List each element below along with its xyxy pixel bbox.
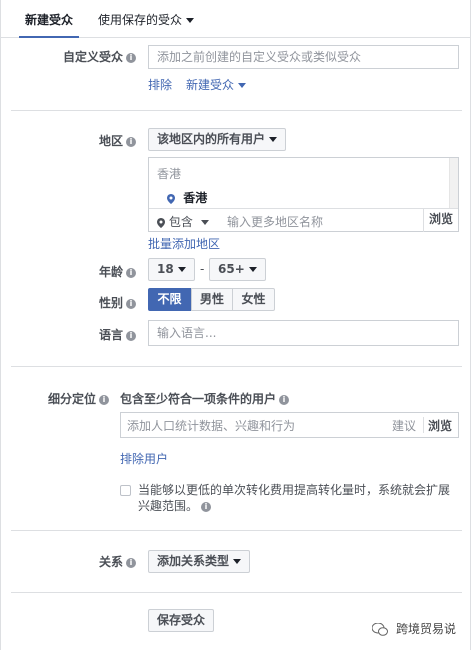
- custom-audience-label-text: 自定义受众: [62, 50, 123, 64]
- location-scope-dropdown[interactable]: 该地区内的所有用户: [148, 128, 287, 151]
- location-scope-label: 该地区内的所有用户: [157, 132, 266, 146]
- include-criteria-label: 包含至少符合一项条件的用户: [120, 392, 277, 406]
- language-label-text: 语言: [98, 328, 123, 342]
- exclude-link[interactable]: 排除: [148, 76, 172, 93]
- age-label-text: 年龄: [98, 265, 123, 279]
- gender-label: 性别 i: [99, 294, 136, 311]
- location-label: 地区 i: [99, 132, 136, 149]
- selected-location[interactable]: 香港: [167, 189, 207, 206]
- location-box: 香港 香港 包含 输入更多地区名称 浏览: [148, 157, 459, 232]
- tab-bar: 新建受众 使用保存的受众: [1, 0, 471, 38]
- save-audience-button[interactable]: 保存受众: [148, 609, 215, 632]
- bulk-add-locations-link[interactable]: 批量添加地区: [148, 235, 220, 252]
- exclude-people-link[interactable]: 排除用户: [120, 450, 168, 467]
- age-min-value: 18: [157, 262, 174, 276]
- include-dropdown[interactable]: 包含: [157, 213, 209, 230]
- info-icon[interactable]: i: [126, 136, 136, 147]
- age-max-dropdown[interactable]: 65+: [209, 258, 266, 281]
- detailed-targeting-label-text: 细分定位: [48, 392, 97, 406]
- gender-option-female[interactable]: 女性: [232, 288, 275, 311]
- age-label: 年龄 i: [99, 263, 136, 280]
- info-icon[interactable]: i: [99, 394, 110, 405]
- audience-panel: 新建受众 使用保存的受众 自定义受众 i 添加之前创建的自定义受众或类似受众 排除…: [0, 0, 471, 650]
- location-search-input[interactable]: 输入更多地区名称: [227, 213, 323, 230]
- section-divider: [11, 530, 462, 531]
- info-icon[interactable]: i: [279, 394, 290, 405]
- add-connection-type-label: 添加关系类型: [157, 554, 230, 568]
- create-new-audience-label: 新建受众: [186, 78, 235, 92]
- language-input[interactable]: 输入语言...: [148, 320, 459, 346]
- button-divider: [423, 417, 424, 433]
- age-min-dropdown[interactable]: 18: [148, 258, 195, 281]
- info-icon[interactable]: i: [201, 501, 212, 512]
- watermark: 跨境贸易说: [371, 620, 456, 637]
- chevron-down-icon: [200, 220, 209, 225]
- location-pin-icon: [167, 193, 175, 204]
- location-list-scrollbar[interactable]: [449, 158, 458, 208]
- chevron-down-icon: [177, 267, 186, 272]
- chevron-down-icon: [238, 83, 247, 88]
- include-criteria-text: 包含至少符合一项条件的用户 i: [120, 390, 290, 407]
- connections-label: 关系 i: [99, 553, 136, 570]
- expand-interests-label: 当能够以更低的单次转化费用提高转化量时，系统就会扩展兴趣范围。: [138, 483, 451, 513]
- section-divider: [11, 110, 462, 111]
- suggestions-button[interactable]: 建议: [392, 417, 416, 434]
- detailed-targeting-input[interactable]: 添加人口统计数据、兴趣和行为: [127, 417, 295, 434]
- section-divider: [11, 592, 462, 593]
- custom-audience-input[interactable]: 添加之前创建的自定义受众或类似受众: [148, 45, 459, 69]
- chevron-down-icon: [186, 18, 195, 23]
- chevron-down-icon: [233, 559, 242, 564]
- location-group-header: 香港: [157, 167, 182, 181]
- location-browse-button[interactable]: 浏览: [423, 208, 458, 232]
- location-label-text: 地区: [98, 134, 123, 148]
- age-max-value: 65+: [218, 262, 245, 276]
- detailed-browse-button[interactable]: 浏览: [428, 417, 452, 434]
- age-range-separator: -: [200, 262, 205, 276]
- include-label: 包含: [168, 215, 193, 229]
- language-label: 语言 i: [99, 326, 136, 343]
- detailed-targeting-label: 细分定位 i: [48, 390, 110, 407]
- info-icon[interactable]: i: [126, 557, 136, 568]
- info-icon[interactable]: i: [126, 330, 136, 341]
- location-pin-icon: [157, 217, 165, 228]
- info-icon[interactable]: i: [126, 267, 136, 278]
- gender-option-all[interactable]: 不限: [148, 288, 191, 311]
- chevron-down-icon: [269, 137, 278, 142]
- chevron-down-icon: [248, 267, 257, 272]
- connections-label-text: 关系: [98, 555, 123, 569]
- expand-interests-checkbox[interactable]: [120, 485, 131, 496]
- expand-interests-text: 当能够以更低的单次转化费用提高转化量时，系统就会扩展兴趣范围。 i: [138, 482, 453, 514]
- add-connection-type-dropdown[interactable]: 添加关系类型: [148, 550, 251, 573]
- tab-new-audience[interactable]: 新建受众: [18, 11, 80, 38]
- tab-use-saved-label: 使用保存的受众: [98, 13, 183, 27]
- create-new-audience-link[interactable]: 新建受众: [186, 76, 247, 93]
- detailed-targeting-box: 添加人口统计数据、兴趣和行为 建议 浏览: [120, 412, 459, 438]
- gender-option-male[interactable]: 男性: [191, 288, 233, 311]
- selected-location-label: 香港: [183, 191, 208, 205]
- section-divider: [11, 366, 462, 367]
- location-box-divider: [149, 208, 458, 209]
- info-icon[interactable]: i: [126, 52, 136, 63]
- watermark-text: 跨境贸易说: [395, 622, 456, 636]
- custom-audience-label: 自定义受众 i: [63, 48, 136, 65]
- tab-use-saved-audience[interactable]: 使用保存的受众: [98, 11, 195, 28]
- gender-label-text: 性别: [98, 296, 123, 310]
- wechat-icon: [371, 622, 389, 636]
- info-icon[interactable]: i: [126, 298, 136, 309]
